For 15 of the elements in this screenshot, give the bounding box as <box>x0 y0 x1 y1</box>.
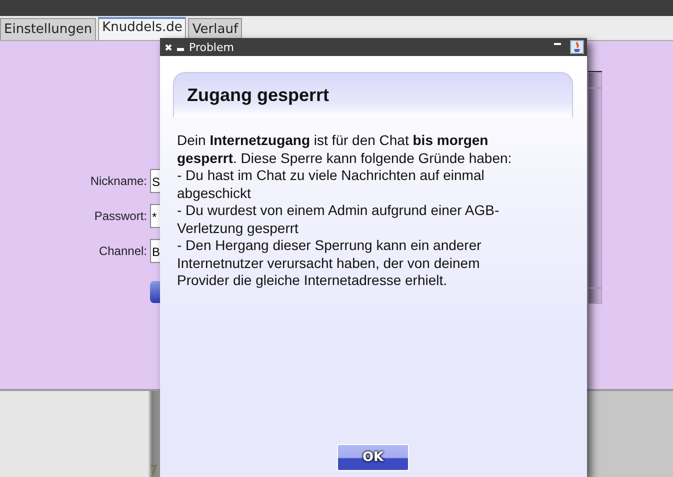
cup-icon <box>570 40 584 54</box>
label-text: 7 <box>150 463 158 477</box>
tab[interactable]: Einstellungen <box>0 18 96 40</box>
field-label: Nickname: <box>90 174 147 188</box>
message-text: - Du wurdest von einem Admin aufgrund einer AGB-Verletzung gesperrt <box>177 202 500 237</box>
tab[interactable]: Knuddels.de <box>98 17 186 40</box>
message-text: - Du hast im Chat zu viele Nachrichten auf einmal abgeschickt <box>177 167 486 202</box>
message-text: Dein Internetzugang ist für den Chat bis morgen gesperrt. Diese Sperre kann folgende Gründe haben: <box>177 132 513 167</box>
window-title: Problem <box>189 40 234 54</box>
field-label: Passwort: <box>94 209 147 223</box>
close-icon[interactable] <box>165 44 172 50</box>
field-label: Channel: <box>98 244 147 258</box>
message-text: - Den Hergang dieser Sperrung kann ein anderer Internetnutzer verursacht haben, der von deinem Provider die gleiche Internetadresse erhielt. <box>177 237 482 290</box>
tab[interactable]: Verlauf <box>188 18 242 40</box>
dialog-heading: Zugang gesperrt <box>187 84 330 106</box>
